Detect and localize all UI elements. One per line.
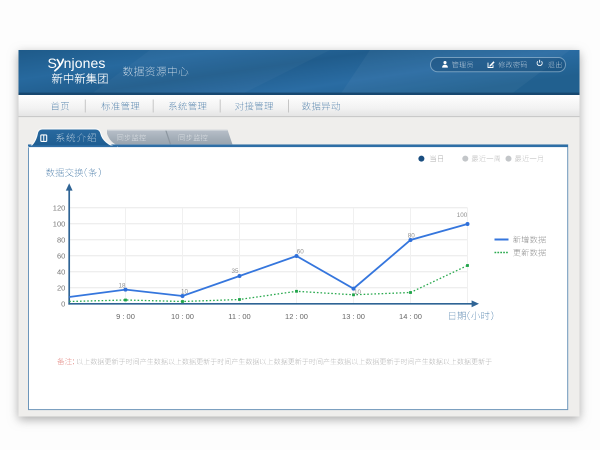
svg-text:120: 120	[53, 203, 66, 212]
svg-text:60: 60	[297, 248, 305, 255]
svg-text:40: 40	[57, 267, 65, 276]
svg-text:80: 80	[57, 235, 65, 244]
svg-text:14 : 00: 14 : 00	[399, 312, 422, 321]
svg-text:10: 10	[354, 289, 362, 296]
svg-text:35: 35	[231, 268, 239, 275]
svg-text:S: S	[48, 55, 57, 71]
svg-text:11 : 00: 11 : 00	[228, 312, 250, 321]
svg-text:100: 100	[457, 212, 468, 219]
svg-text:13 : 00: 13 : 00	[342, 312, 365, 321]
svg-text:18: 18	[118, 282, 126, 289]
svg-text:20: 20	[57, 283, 65, 292]
svg-text:12 : 00: 12 : 00	[285, 312, 308, 321]
svg-text:9 : 00: 9 : 00	[116, 312, 135, 321]
svg-text:0: 0	[61, 299, 65, 308]
svg-text:10: 10	[181, 289, 189, 296]
svg-text:80: 80	[408, 232, 416, 239]
svg-text:60: 60	[57, 251, 65, 260]
svg-text:10 : 00: 10 : 00	[171, 312, 194, 321]
svg-text:100: 100	[53, 219, 66, 228]
svg-text:njones: njones	[64, 55, 106, 71]
